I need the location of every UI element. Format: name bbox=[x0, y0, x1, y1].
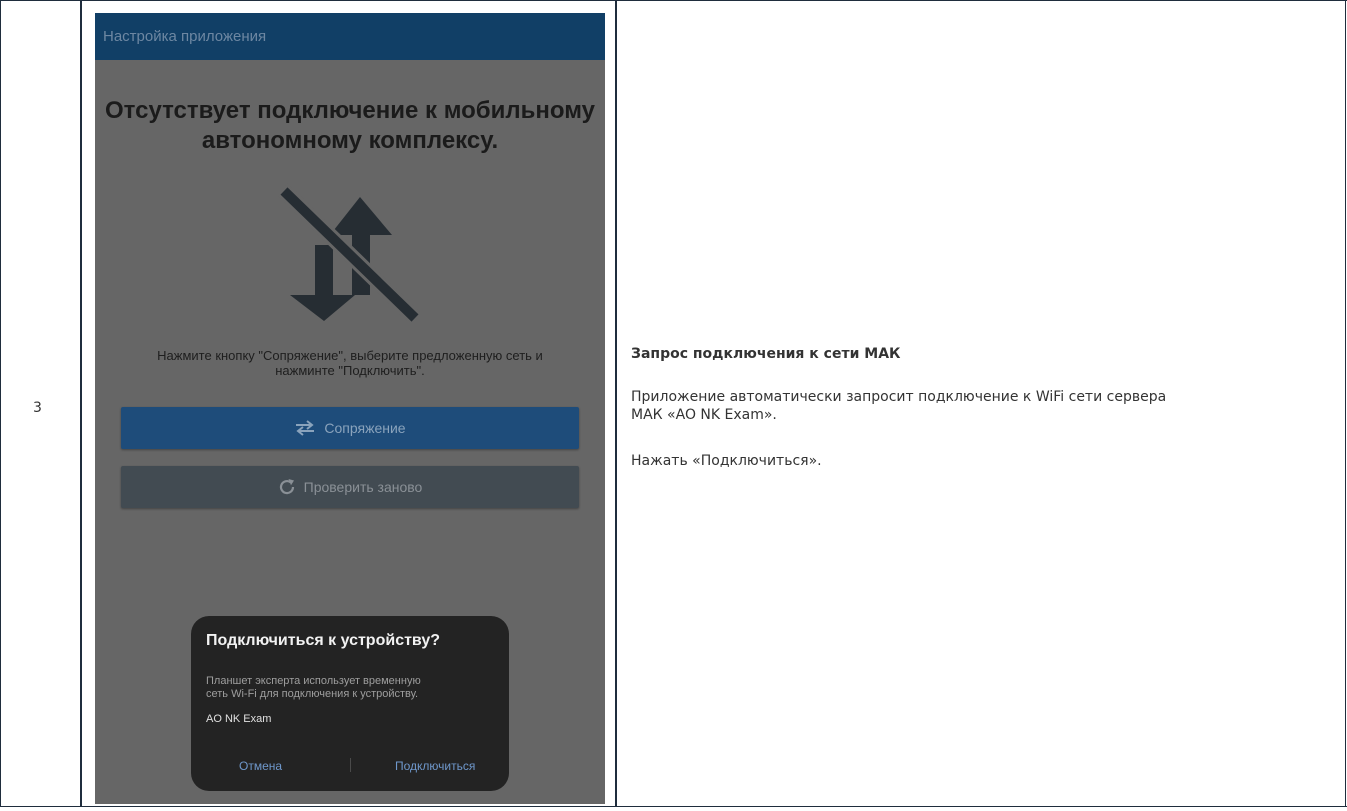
swap-horiz-icon bbox=[294, 420, 316, 436]
pair-button-label: Сопряжение bbox=[324, 420, 406, 436]
description-title: Запрос подключения к сети МАК bbox=[631, 346, 901, 362]
instruction-table: 3 Настройка приложения Отсутствует подкл… bbox=[0, 0, 1347, 811]
app-bar-title: Настройка приложения bbox=[103, 28, 267, 45]
table-border-left bbox=[0, 0, 1, 807]
instruction-line: нажминте "Подключить". bbox=[275, 363, 425, 378]
table-border-top bbox=[0, 0, 1347, 1]
network-name: AO NK Exam bbox=[206, 713, 272, 725]
dialog-action-divider bbox=[350, 758, 351, 772]
cancel-button[interactable]: Отмена bbox=[239, 759, 282, 773]
sync-disabled-icon bbox=[276, 183, 421, 323]
table-column-divider bbox=[80, 0, 82, 807]
app-bar: Настройка приложения bbox=[95, 13, 605, 60]
connect-button[interactable]: Подключиться bbox=[395, 759, 475, 773]
table-border-right bbox=[1345, 0, 1346, 807]
connect-dialog: Подключиться к устройству? Планшет экспе… bbox=[191, 616, 509, 791]
description-paragraph: Приложение автоматически запросит подклю… bbox=[631, 388, 1331, 424]
step-number: 3 bbox=[33, 400, 42, 416]
description-line: Приложение автоматически запросит подклю… bbox=[631, 389, 1167, 405]
connection-status-heading: Отсутствует подключение к мобильному авт… bbox=[95, 96, 605, 156]
recheck-button-label: Проверить заново bbox=[303, 479, 423, 495]
table-column-divider bbox=[615, 0, 617, 807]
heading-line: Отсутствует подключение к мобильному bbox=[104, 97, 595, 124]
app-screenshot: Настройка приложения Отсутствует подключ… bbox=[95, 13, 605, 804]
dialog-message-line: сеть Wi-Fi для подключения к устройству. bbox=[206, 688, 419, 700]
dialog-message: Планшет эксперта использует временную се… bbox=[206, 675, 496, 701]
refresh-icon bbox=[278, 478, 296, 496]
recheck-button[interactable]: Проверить заново bbox=[121, 466, 579, 508]
dialog-message-line: Планшет эксперта использует временную bbox=[206, 675, 421, 687]
dialog-title: Подключиться к устройству? bbox=[206, 632, 441, 649]
pairing-instruction: Нажмите кнопку "Сопряжение", выберите пр… bbox=[95, 348, 605, 378]
description-line: МАК «AO NK Exam». bbox=[631, 407, 777, 423]
instruction-line: Нажмите кнопку "Сопряжение", выберите пр… bbox=[157, 348, 543, 363]
heading-line: автономному комплексу. bbox=[201, 127, 499, 154]
pair-button[interactable]: Сопряжение bbox=[121, 407, 579, 449]
table-border-bottom bbox=[0, 806, 1347, 807]
description-action: Нажать «Подключиться». bbox=[631, 453, 822, 469]
